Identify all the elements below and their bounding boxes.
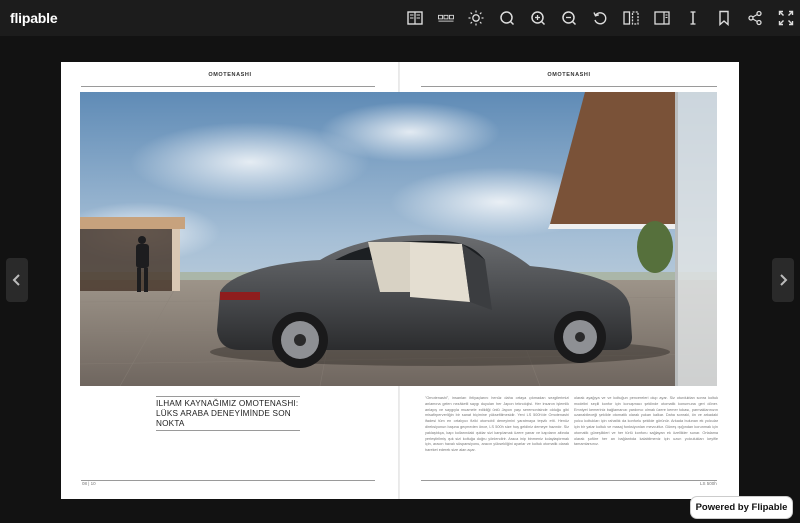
article-body-column-1: "Omotenashi", insanları ihtiyaçlarını he… — [425, 396, 569, 453]
brightness-icon[interactable] — [465, 7, 487, 29]
double-page-icon[interactable] — [620, 7, 642, 29]
left-page-header: OMOTENASHI — [208, 72, 252, 78]
table-of-contents-icon[interactable] — [404, 7, 426, 29]
headline-top-rule — [156, 396, 300, 397]
chevron-right-icon — [780, 274, 788, 286]
left-header-rule — [81, 86, 375, 87]
thumbnails-icon[interactable] — [435, 7, 457, 29]
left-footer-rule — [81, 480, 375, 481]
right-footer-rule — [421, 480, 717, 481]
article-headline: ILHAM KAYNAĞIMIZ OMOTENASHI: LÜKS ARABA … — [156, 399, 299, 428]
powered-by-badge[interactable]: Powered by Flipable — [691, 497, 792, 518]
article-body-column-2: olarak ayağıya ve ve koltuğun pencereler… — [574, 396, 718, 447]
flipable-logo[interactable]: flipable — [10, 10, 58, 26]
rotate-icon[interactable] — [589, 7, 611, 29]
chevron-left-icon — [12, 274, 20, 286]
top-toolbar: flipable — [0, 0, 800, 36]
previous-page-button[interactable] — [6, 258, 28, 302]
left-page-number: 08 | 10 — [82, 481, 96, 486]
fullscreen-icon[interactable] — [775, 7, 797, 29]
sidebar-icon[interactable] — [651, 7, 673, 29]
next-page-button[interactable] — [772, 258, 794, 302]
search-icon[interactable] — [496, 7, 518, 29]
right-header-rule — [421, 86, 717, 87]
text-icon[interactable] — [682, 7, 704, 29]
bookmark-icon[interactable] — [713, 7, 735, 29]
right-page-header: OMOTENASHI — [547, 72, 591, 78]
car-photo — [80, 92, 717, 386]
share-icon[interactable] — [744, 7, 766, 29]
zoom-out-icon[interactable] — [558, 7, 580, 29]
right-page-number: LS 500h — [700, 481, 717, 486]
headline-bottom-rule — [156, 430, 300, 431]
viewer-toolbar — [404, 7, 797, 29]
zoom-in-icon[interactable] — [527, 7, 549, 29]
